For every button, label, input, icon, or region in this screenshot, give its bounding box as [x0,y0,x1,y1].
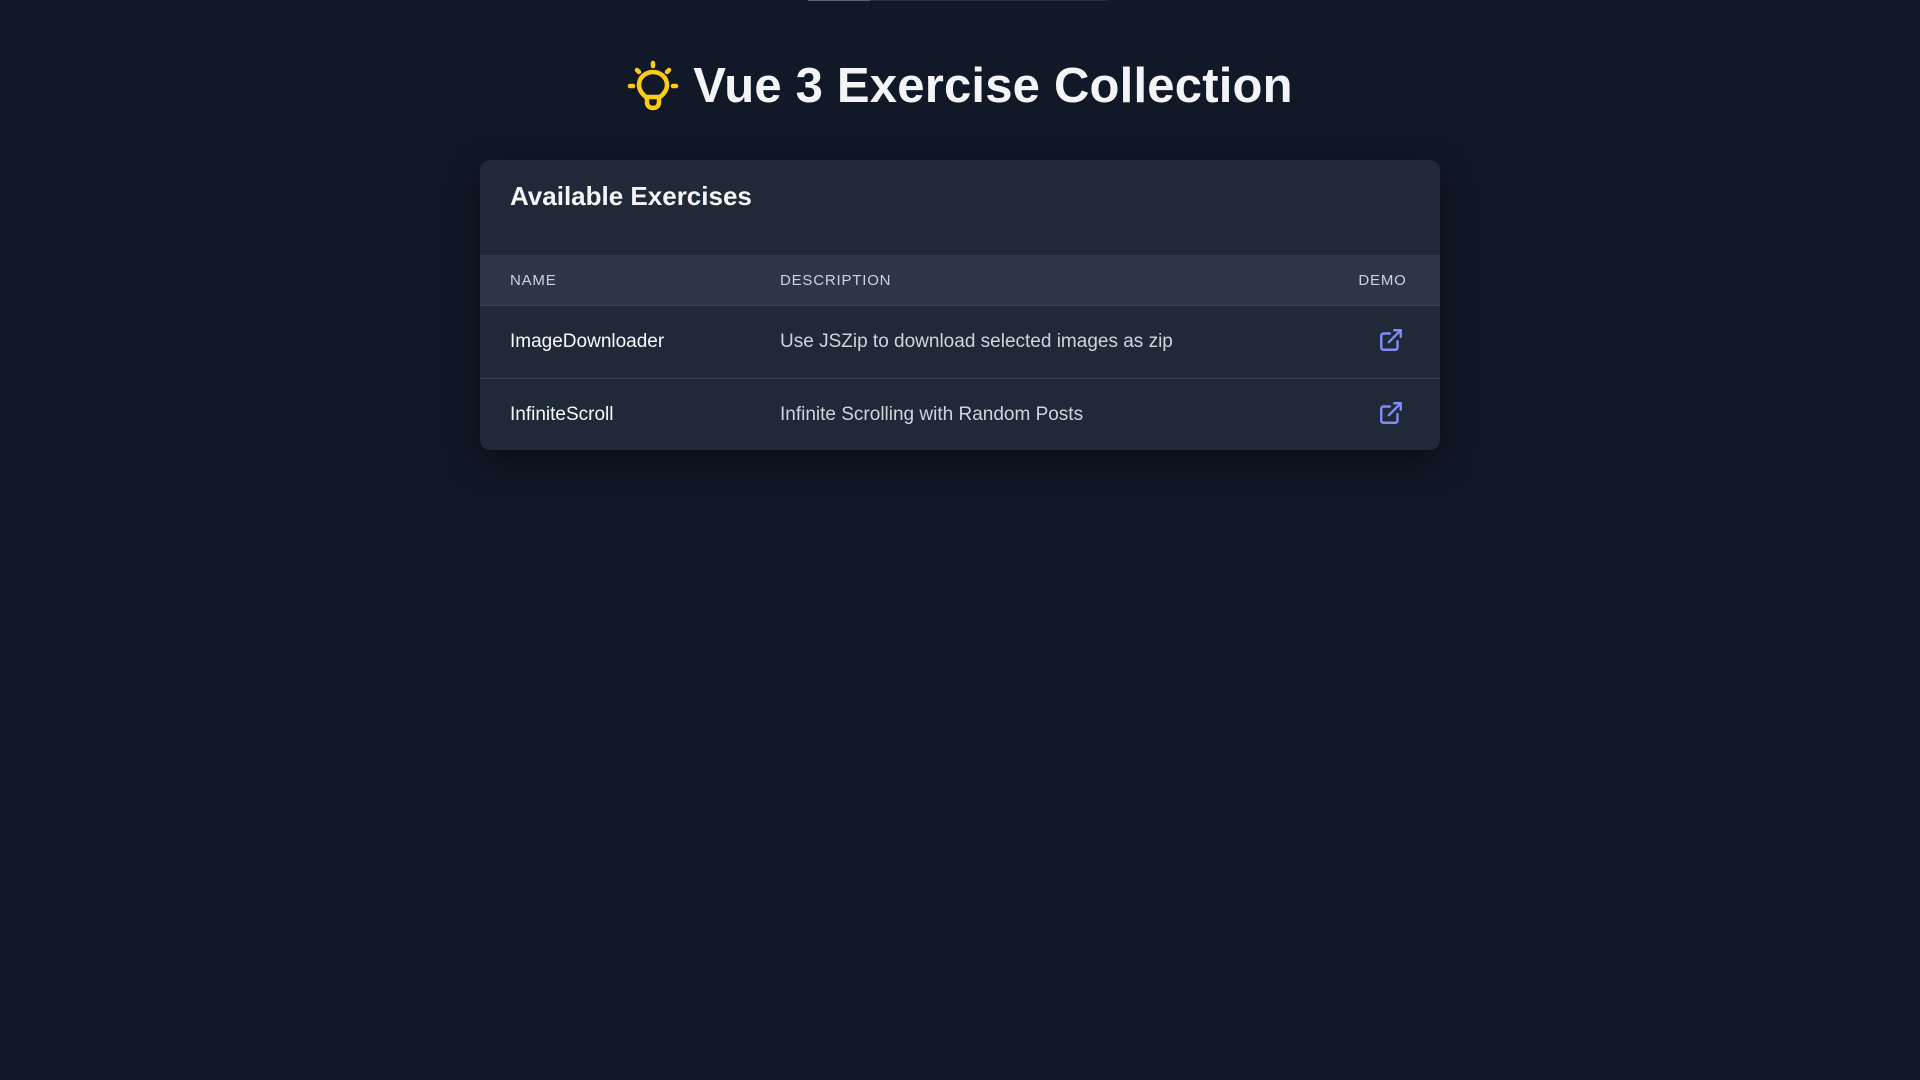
external-link-icon[interactable] [1378,327,1404,353]
card-header: Available Exercises [480,160,1440,255]
top-progress-line [808,0,1108,1]
table-header-row: NAME DESCRIPTION DEMO [480,255,1440,306]
exercise-name: InfiniteScroll [480,378,780,450]
column-header-name: NAME [510,271,557,289]
page-header: Vue 3 Exercise Collection [0,58,1920,114]
demo-link-button[interactable] [1376,398,1406,428]
table-row: InfiniteScroll Infinite Scrolling with R… [480,378,1440,450]
column-header-description: DESCRIPTION [780,271,892,289]
column-header-demo: DEMO [1358,271,1407,289]
lightbulb-icon [627,60,679,112]
exercise-description: Use JSZip to download selected images as… [780,305,1325,379]
demo-cell [1325,378,1440,450]
demo-link-button[interactable] [1376,325,1406,355]
exercise-description: Infinite Scrolling with Random Posts [780,378,1325,450]
card-title: Available Exercises [510,181,752,211]
top-progress-segment [808,0,870,1]
exercises-card: Available Exercises NAME DESCRIPTION DEM… [480,160,1440,450]
demo-cell [1325,305,1440,379]
exercise-name: ImageDownloader [480,305,780,379]
exercises-table: NAME DESCRIPTION DEMO ImageDownloader Us… [480,255,1440,450]
table-row: ImageDownloader Use JSZip to download se… [480,305,1440,379]
page-title: Vue 3 Exercise Collection [693,59,1293,113]
external-link-icon[interactable] [1378,400,1404,426]
